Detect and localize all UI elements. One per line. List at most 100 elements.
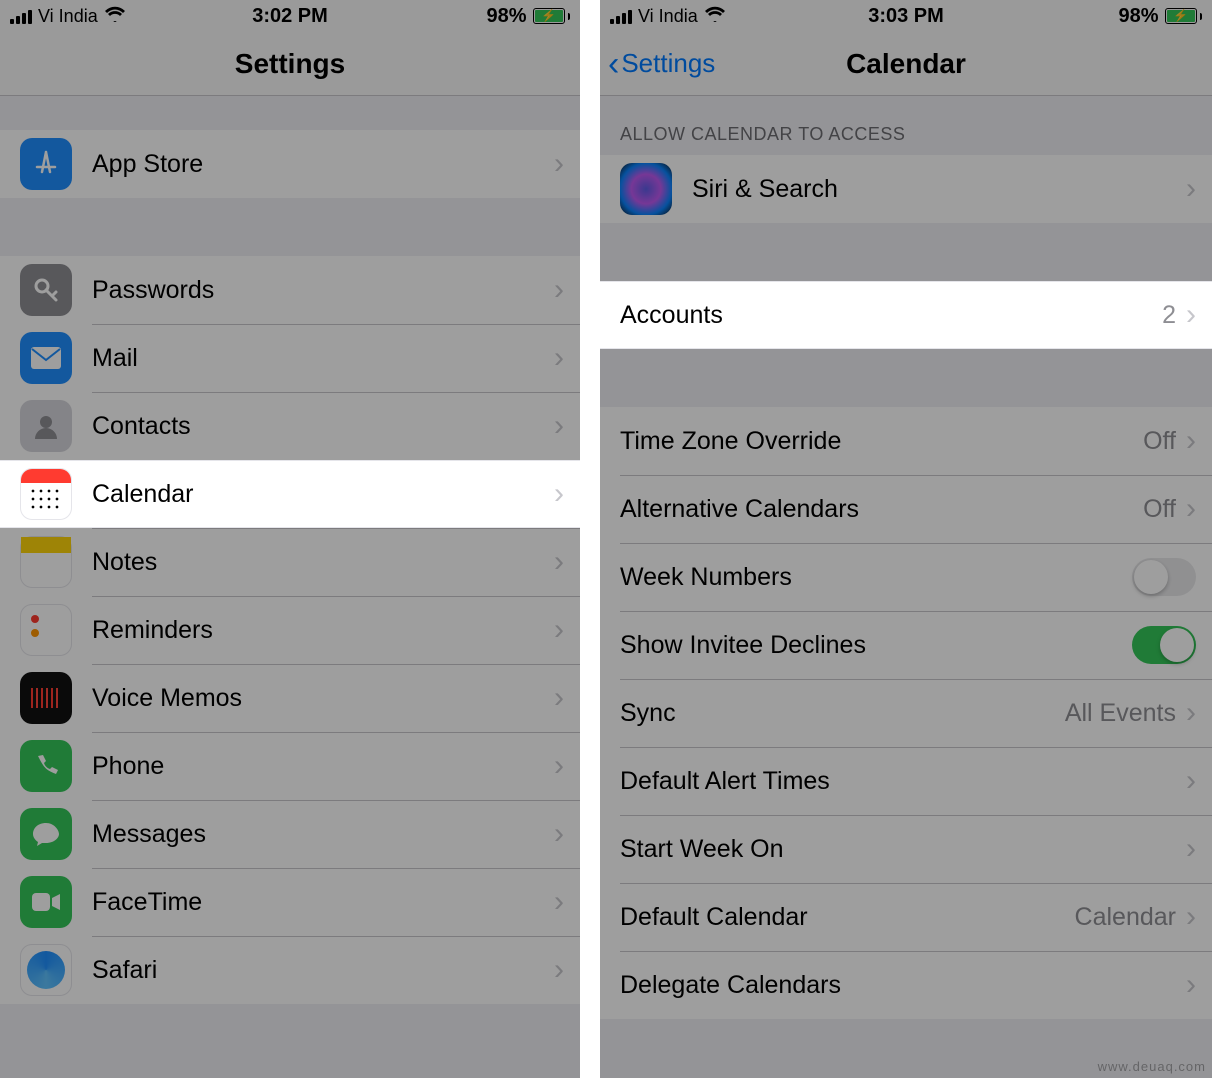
page-title: Settings: [235, 48, 345, 80]
siri-icon: [620, 163, 672, 215]
row-label: Siri & Search: [692, 175, 838, 204]
row-time-zone-override[interactable]: Time Zone Override Off ›: [600, 407, 1212, 475]
battery-icon: ⚡: [1165, 8, 1203, 24]
row-show-invitee-declines: Show Invitee Declines: [600, 611, 1212, 679]
cellular-signal-icon: [10, 8, 32, 24]
page-title: Calendar: [846, 48, 966, 80]
wifi-icon: [104, 5, 126, 28]
row-contacts[interactable]: Contacts ›: [0, 392, 580, 460]
row-label: Time Zone Override: [620, 427, 841, 456]
row-sync[interactable]: Sync All Events ›: [600, 679, 1212, 747]
battery-percent: 98%: [1118, 5, 1158, 28]
row-week-numbers: Week Numbers: [600, 543, 1212, 611]
row-value: All Events: [1065, 699, 1176, 728]
row-facetime[interactable]: FaceTime ›: [0, 868, 580, 936]
row-label: Default Calendar: [620, 903, 808, 932]
row-mail[interactable]: Mail ›: [0, 324, 580, 392]
voice-memos-icon: [20, 672, 72, 724]
row-label: Contacts: [92, 412, 191, 441]
row-label: Passwords: [92, 276, 214, 305]
row-label: Accounts: [620, 301, 723, 330]
chevron-right-icon: ›: [1186, 968, 1196, 1002]
section-header-allow-access: ALLOW CALENDAR TO ACCESS: [600, 96, 1212, 155]
row-label: Voice Memos: [92, 684, 242, 713]
row-start-week-on[interactable]: Start Week On ›: [600, 815, 1212, 883]
wifi-icon: [704, 5, 726, 28]
messages-icon: [20, 808, 72, 860]
chevron-right-icon: ›: [554, 341, 564, 375]
status-bar: Vi India 3:02 PM 98% ⚡: [0, 0, 580, 32]
toggle-week-numbers[interactable]: [1132, 558, 1196, 596]
chevron-right-icon: ›: [554, 409, 564, 443]
chevron-right-icon: ›: [1186, 424, 1196, 458]
chevron-right-icon: ›: [554, 147, 564, 181]
chevron-left-icon: ‹: [608, 47, 619, 81]
row-label: Phone: [92, 752, 164, 781]
back-label: Settings: [621, 48, 715, 79]
back-button[interactable]: ‹ Settings: [608, 47, 715, 81]
phone-icon: [20, 740, 72, 792]
chevron-right-icon: ›: [554, 885, 564, 919]
row-passwords[interactable]: Passwords ›: [0, 256, 580, 324]
row-label: Messages: [92, 820, 206, 849]
row-label: Week Numbers: [620, 563, 792, 592]
chevron-right-icon: ›: [1186, 832, 1196, 866]
row-label: Notes: [92, 548, 157, 577]
safari-icon: [20, 944, 72, 996]
chevron-right-icon: ›: [554, 545, 564, 579]
row-accounts[interactable]: Accounts 2 ›: [600, 281, 1212, 349]
calendar-settings-screen: Vi India 3:03 PM 98% ⚡ ‹ Settings Calend…: [600, 0, 1212, 1078]
chevron-right-icon: ›: [1186, 696, 1196, 730]
chevron-right-icon: ›: [1186, 298, 1196, 332]
toggle-invitee-declines[interactable]: [1132, 626, 1196, 664]
row-calendar[interactable]: Calendar ›: [0, 460, 580, 528]
row-label: Safari: [92, 956, 157, 985]
app-store-icon: [20, 138, 72, 190]
row-default-calendar[interactable]: Default Calendar Calendar ›: [600, 883, 1212, 951]
chevron-right-icon: ›: [1186, 172, 1196, 206]
row-value: Off: [1143, 427, 1176, 456]
row-label: Delegate Calendars: [620, 971, 841, 1000]
row-value: 2: [1162, 301, 1176, 330]
row-app-store[interactable]: App Store ›: [0, 130, 580, 198]
row-value: Calendar: [1075, 903, 1176, 932]
mail-icon: [20, 332, 72, 384]
row-delegate-calendars[interactable]: Delegate Calendars ›: [600, 951, 1212, 1019]
row-label: Show Invitee Declines: [620, 631, 866, 660]
chevron-right-icon: ›: [1186, 764, 1196, 798]
cellular-signal-icon: [610, 8, 632, 24]
chevron-right-icon: ›: [554, 749, 564, 783]
row-label: Alternative Calendars: [620, 495, 859, 524]
row-notes[interactable]: Notes ›: [0, 528, 580, 596]
battery-percent: 98%: [486, 5, 526, 28]
chevron-right-icon: ›: [554, 817, 564, 851]
row-default-alert-times[interactable]: Default Alert Times ›: [600, 747, 1212, 815]
chevron-right-icon: ›: [554, 273, 564, 307]
row-label: FaceTime: [92, 888, 202, 917]
battery-icon: ⚡: [533, 8, 571, 24]
row-safari[interactable]: Safari ›: [0, 936, 580, 1004]
row-alternative-calendars[interactable]: Alternative Calendars Off ›: [600, 475, 1212, 543]
chevron-right-icon: ›: [1186, 900, 1196, 934]
row-siri-search[interactable]: Siri & Search ›: [600, 155, 1212, 223]
calendar-icon: [20, 468, 72, 520]
facetime-icon: [20, 876, 72, 928]
chevron-right-icon: ›: [554, 681, 564, 715]
row-label: Reminders: [92, 616, 213, 645]
row-label: Calendar: [92, 480, 193, 509]
clock: 3:03 PM: [868, 5, 944, 28]
row-value: Off: [1143, 495, 1176, 524]
row-label: Default Alert Times: [620, 767, 830, 796]
row-phone[interactable]: Phone ›: [0, 732, 580, 800]
reminders-icon: [20, 604, 72, 656]
clock: 3:02 PM: [252, 5, 328, 28]
row-reminders[interactable]: Reminders ›: [0, 596, 580, 664]
row-label: Start Week On: [620, 835, 784, 864]
nav-bar: ‹ Settings Calendar: [600, 32, 1212, 96]
carrier-label: Vi India: [38, 6, 98, 27]
row-voice-memos[interactable]: Voice Memos ›: [0, 664, 580, 732]
chevron-right-icon: ›: [554, 613, 564, 647]
carrier-label: Vi India: [638, 6, 698, 27]
row-messages[interactable]: Messages ›: [0, 800, 580, 868]
row-label: App Store: [92, 150, 203, 179]
